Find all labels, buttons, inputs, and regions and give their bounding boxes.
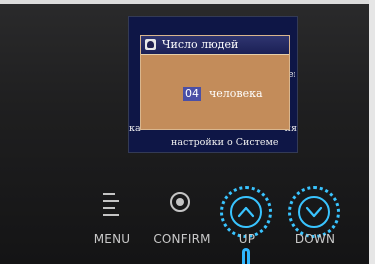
device-panel: ей ка ия настройки о Системе Число людей…: [0, 0, 375, 264]
menu-label: MENU: [93, 232, 131, 246]
chevron-up-icon: [230, 196, 262, 228]
panel-right-edge: [369, 0, 375, 264]
dialog-header: Число людей: [141, 36, 289, 55]
up-button[interactable]: UP: [219, 186, 275, 246]
finger-tap-indicator: [242, 248, 250, 264]
confirm-button[interactable]: CONFIRM: [152, 186, 212, 246]
panel-top-edge: [0, 0, 375, 4]
down-button[interactable]: DOWN: [287, 186, 343, 246]
menu-button[interactable]: MENU: [86, 186, 138, 246]
people-count-value[interactable]: 04: [183, 87, 201, 101]
hamburger-icon: [103, 191, 119, 216]
background-menu-item: настройки о Системе: [171, 137, 279, 148]
chevron-down-icon: [298, 196, 330, 228]
display-screen: ей ка ия настройки о Системе Число людей…: [128, 16, 298, 153]
up-label: UP: [238, 232, 256, 246]
record-circle-icon: [170, 192, 190, 212]
background-menu-fragment: ка: [129, 123, 141, 134]
confirm-label: CONFIRM: [153, 232, 211, 246]
people-count-unit: человека: [209, 87, 263, 100]
people-icon: [145, 39, 156, 50]
people-count-dialog: Число людей 04 человека: [140, 35, 290, 130]
down-label: DOWN: [294, 232, 336, 246]
dialog-title: Число людей: [162, 38, 239, 51]
